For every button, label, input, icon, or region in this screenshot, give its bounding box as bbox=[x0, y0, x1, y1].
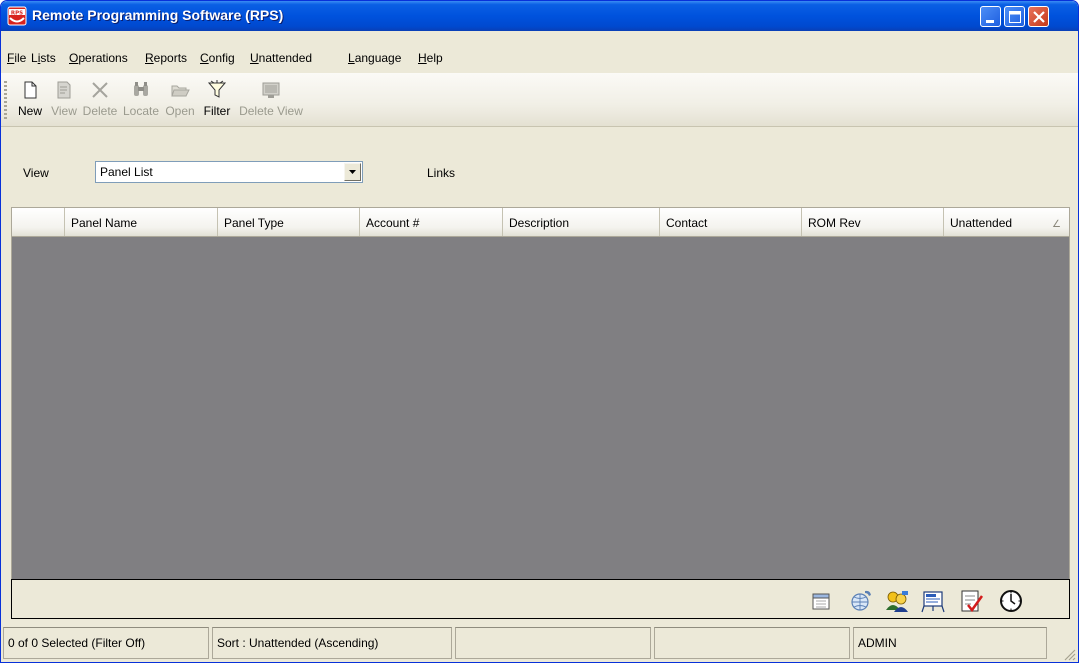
maximize-button[interactable] bbox=[1004, 6, 1025, 27]
menu-lists[interactable]: Lists bbox=[31, 51, 56, 65]
column-header-account[interactable]: Account # bbox=[360, 208, 503, 236]
column-header-label: Account # bbox=[366, 216, 420, 230]
title-bar[interactable]: RPS Remote Programming Software (RPS) bbox=[1, 1, 1078, 31]
status-user-pane: ADMIN bbox=[853, 627, 1047, 659]
column-header-label: Contact bbox=[666, 216, 708, 230]
column-header-contact[interactable]: Contact bbox=[660, 208, 802, 236]
menu-config[interactable]: Config bbox=[200, 51, 235, 65]
menu-file[interactable]: File bbox=[7, 51, 26, 65]
delete-view-button-label: Delete View bbox=[239, 104, 303, 118]
app-window: RPS Remote Programming Software (RPS) Fi… bbox=[0, 0, 1079, 663]
status-selection: 0 of 0 Selected (Filter Off) bbox=[8, 636, 146, 650]
new-button-label: New bbox=[17, 104, 42, 118]
close-icon bbox=[1033, 11, 1045, 23]
column-header-selector[interactable] bbox=[12, 208, 65, 236]
status-bar: 0 of 0 Selected (Filter Off) Sort : Unat… bbox=[1, 625, 1078, 662]
users-icon[interactable] bbox=[884, 588, 910, 614]
funnel-icon bbox=[207, 80, 227, 98]
chevron-down-icon bbox=[349, 170, 356, 174]
window-title: Remote Programming Software (RPS) bbox=[32, 7, 284, 23]
view-select[interactable]: Panel List bbox=[95, 161, 363, 183]
table-header: Panel Name Panel Type Account # Descript… bbox=[11, 207, 1070, 237]
sort-indicator-icon: ∠ bbox=[1052, 219, 1061, 230]
filter-button[interactable]: Filter bbox=[198, 77, 236, 123]
menu-language[interactable]: Language bbox=[348, 51, 401, 65]
view-button[interactable]: View bbox=[49, 77, 79, 123]
menu-unattended[interactable]: Unattended bbox=[250, 51, 312, 65]
column-header-label: Panel Type bbox=[224, 216, 284, 230]
column-header-panel-type[interactable]: Panel Type bbox=[218, 208, 360, 236]
maximize-icon bbox=[1009, 11, 1021, 23]
view-label: View bbox=[23, 166, 49, 180]
shortcut-icon-strip bbox=[11, 579, 1070, 619]
globe-phone-icon[interactable] bbox=[848, 588, 874, 614]
column-header-label: Unattended bbox=[950, 216, 1013, 230]
delete-view-icon bbox=[262, 82, 280, 98]
open-folder-icon bbox=[171, 85, 190, 97]
status-sort-pane: Sort : Unattended (Ascending) bbox=[212, 627, 452, 659]
delete-button-label: Delete bbox=[82, 104, 118, 118]
view-row: View Panel List Links bbox=[1, 149, 1078, 201]
new-button[interactable]: New bbox=[13, 77, 47, 123]
column-header-unattended[interactable]: Unattended ∠ bbox=[944, 208, 1069, 236]
menu-bar: File Lists Operations Reports Config Una… bbox=[1, 47, 1078, 69]
status-selection-pane: 0 of 0 Selected (Filter Off) bbox=[3, 627, 209, 659]
locate-button-label: Locate bbox=[122, 104, 160, 118]
column-header-rom-rev[interactable]: ROM Rev bbox=[802, 208, 944, 236]
column-header-label: Panel Name bbox=[71, 216, 138, 230]
close-button[interactable] bbox=[1028, 6, 1049, 27]
resize-grip-icon[interactable] bbox=[1062, 647, 1076, 661]
locate-button[interactable]: Locate bbox=[121, 77, 161, 123]
open-button-label: Open bbox=[165, 104, 195, 118]
view-document-icon bbox=[57, 81, 71, 99]
delete-view-button[interactable]: Delete View bbox=[239, 77, 303, 123]
binoculars-icon bbox=[134, 82, 148, 96]
column-header-panel-name[interactable]: Panel Name bbox=[65, 208, 218, 236]
status-pane-3 bbox=[455, 627, 651, 659]
clock-icon[interactable] bbox=[998, 588, 1024, 614]
open-button[interactable]: Open bbox=[163, 77, 197, 123]
filter-button-label: Filter bbox=[203, 104, 231, 118]
checklist-icon[interactable] bbox=[958, 588, 984, 614]
panel-list-grid[interactable] bbox=[11, 237, 1070, 579]
links-label[interactable]: Links bbox=[427, 166, 455, 180]
menu-reports[interactable]: Reports bbox=[145, 51, 187, 65]
delete-button[interactable]: Delete bbox=[81, 77, 119, 123]
status-user: ADMIN bbox=[858, 636, 897, 650]
view-select-dropdown-button[interactable] bbox=[344, 163, 361, 181]
view-button-label: View bbox=[51, 104, 77, 118]
rps-app-icon[interactable]: RPS bbox=[7, 6, 27, 26]
column-header-label: Description bbox=[509, 216, 570, 230]
minimize-icon bbox=[986, 20, 994, 23]
menu-operations[interactable]: Operations bbox=[69, 51, 128, 65]
toolbar: New View Delete Locate Open Filter Delet… bbox=[1, 73, 1078, 127]
app-icon-text: RPS bbox=[11, 10, 23, 16]
toolbar-grip[interactable] bbox=[4, 81, 7, 119]
minimize-button[interactable] bbox=[980, 6, 1001, 27]
column-header-description[interactable]: Description bbox=[503, 208, 660, 236]
status-pane-4 bbox=[654, 627, 850, 659]
status-sort: Sort : Unattended (Ascending) bbox=[217, 636, 379, 650]
delete-x-icon bbox=[92, 82, 108, 98]
presentation-icon[interactable] bbox=[920, 588, 946, 614]
column-header-label: ROM Rev bbox=[808, 216, 861, 230]
calendar-icon[interactable] bbox=[808, 588, 834, 614]
menu-help[interactable]: Help bbox=[418, 51, 443, 65]
new-document-icon bbox=[24, 81, 37, 99]
view-select-value: Panel List bbox=[100, 165, 153, 179]
